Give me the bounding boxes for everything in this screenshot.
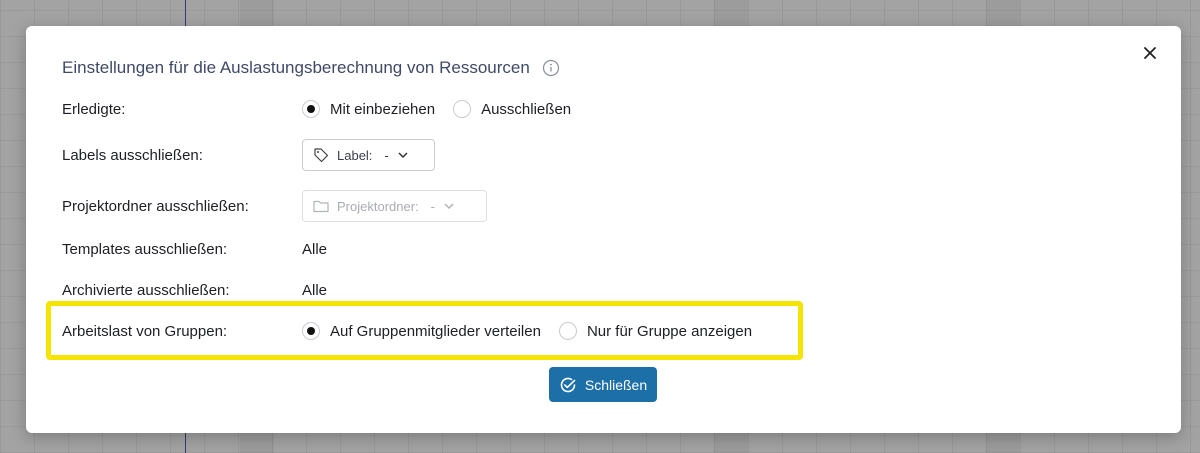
row-label: Labels ausschließen: [62,146,203,164]
radio-include-completed[interactable]: Mit einbeziehen [302,100,435,118]
radio-unchecked-indicator[interactable] [453,100,472,118]
radio-label: Ausschließen [481,100,572,118]
radio-label: Nur für Gruppe anzeigen [586,322,753,340]
folder-icon [313,199,329,213]
select-prefix: Projektordner: [337,198,419,214]
chevron-down-icon [443,200,455,212]
archived-value[interactable]: Alle [302,282,327,299]
row-completed: Erledigte: Mit einbeziehen Ausschließen [62,100,571,118]
radio-group-completed: Mit einbeziehen Ausschließen [302,100,571,118]
row-label: Erledigte: [62,100,126,118]
close-dialog-label: Schließen [584,376,648,393]
project-folder-select: Projektordner: - [302,190,487,222]
row-templates: Templates ausschließen: Alle [62,241,327,258]
row-group-workload: Arbeitslast von Gruppen: Auf Gruppenmitg… [62,322,752,340]
row-label: Arbeitslast von Gruppen: [62,322,228,340]
info-circle-icon[interactable] [542,59,560,77]
select-value: - [384,147,389,163]
radio-label: Mit einbeziehen [330,100,436,118]
row-project-folder: Projektordner ausschließen: Projektordne… [62,190,487,222]
dialog-title: Einstellungen für die Auslastungsberechn… [62,58,560,78]
check-circle-icon [559,376,577,394]
radio-label: Auf Gruppenmitglieder verteilen [330,322,541,340]
radio-group-workload: Auf Gruppenmitglieder verteilen Nur für … [302,322,752,340]
select-prefix: Label: [337,147,373,163]
row-label: Archivierte ausschließen: [62,282,230,299]
radio-group-only[interactable]: Nur für Gruppe anzeigen [558,322,753,340]
radio-unchecked-indicator[interactable] [558,322,577,340]
radio-distribute-members[interactable]: Auf Gruppenmitglieder verteilen [302,322,541,340]
close-dialog-button[interactable]: Schließen [549,367,657,402]
row-archived: Archivierte ausschließen: Alle [62,282,327,299]
label-select[interactable]: Label: - [302,139,435,171]
row-labels: Labels ausschließen: Label: - [62,139,435,171]
settings-dialog: Einstellungen für die Auslastungsberechn… [26,26,1181,433]
close-button[interactable] [1139,42,1161,64]
templates-value[interactable]: Alle [302,241,327,258]
dialog-title-text: Einstellungen für die Auslastungsberechn… [62,58,530,77]
tag-icon [313,147,329,163]
close-icon [1144,47,1156,59]
chevron-down-icon [397,149,409,161]
radio-checked-indicator[interactable] [302,322,320,340]
row-label: Projektordner ausschließen: [62,197,249,215]
select-value: - [430,198,435,214]
radio-exclude-completed[interactable]: Ausschließen [453,100,571,118]
row-label: Templates ausschließen: [62,241,228,258]
radio-checked-indicator[interactable] [302,100,320,118]
